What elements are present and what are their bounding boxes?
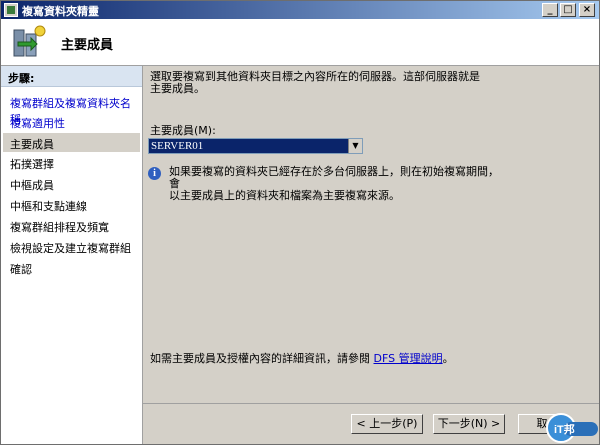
primary-member-value: SERVER01 [151, 140, 204, 152]
wizard-header: 主要成員 [1, 19, 599, 66]
step-label: 複寫適用性 [10, 117, 65, 130]
step-hub-members: 中樞成員 [3, 174, 140, 193]
step-label: 主要成員 [10, 138, 54, 151]
wizard-window: 複寫資料夾精靈 _ □ × 主要成員 步驟: 複寫群組及複寫資料夾名稱 複寫適用… [0, 0, 600, 445]
dfs-help-link[interactable]: DFS 管理說明 [374, 352, 443, 365]
step-label: 檢視設定及建立複寫群組 [10, 242, 131, 255]
title-bar[interactable]: 複寫資料夾精靈 _ □ × [1, 1, 599, 19]
primary-member-label: 主要成員(M): [150, 124, 216, 137]
replication-folder-icon [13, 25, 46, 57]
minimize-button[interactable]: _ [542, 3, 558, 17]
main-content: 選取要複寫到其他資料夾目標之內容所在的伺服器。這部伺服器就是 主要成員。 主要成… [143, 66, 599, 444]
button-bar: < 上一步(P) 下一步(N) > 取 [143, 403, 599, 445]
info-text: 如果要複寫的資料夾已經存在於多台伺服器上，則在初始複寫期間，會 以主要成員上的資… [169, 166, 509, 202]
page-title: 主要成員 [61, 38, 114, 53]
step-replication-group-name[interactable]: 複寫群組及複寫資料夾名稱 [3, 92, 140, 126]
help-prefix: 如需主要成員及授權內容的詳細資訊，請參閱 [150, 352, 370, 365]
window-title: 複寫資料夾精靈 [22, 5, 99, 18]
step-confirmation: 確認 [3, 258, 140, 277]
maximize-button[interactable]: □ [560, 3, 576, 17]
intro-line-2: 主要成員。 [150, 82, 205, 95]
close-button[interactable]: × [579, 3, 595, 17]
chevron-down-icon[interactable]: ▼ [348, 139, 362, 153]
step-schedule-bandwidth: 複寫群組排程及頻寬 [3, 216, 140, 235]
info-icon: i [148, 167, 161, 180]
step-primary-member: 主要成員 [3, 133, 140, 152]
steps-sidebar: 步驟: 複寫群組及複寫資料夾名稱 複寫適用性 主要成員 拓撲選擇 中樞成員 中樞… [1, 66, 143, 444]
step-topology: 拓撲選擇 [3, 153, 140, 172]
next-button[interactable]: 下一步(N) > [433, 414, 505, 434]
step-replication-eligibility[interactable]: 複寫適用性 [3, 112, 140, 131]
ithome-watermark: iT邦 [546, 413, 598, 443]
info-line-1: 如果要複寫的資料夾已經存在於多台伺服器上，則在初始複寫期間，會 [169, 165, 499, 190]
app-icon [4, 3, 18, 17]
help-text: 如需主要成員及授權內容的詳細資訊，請參閱 DFS 管理說明。 [150, 350, 454, 366]
intro-text: 選取要複寫到其他資料夾目標之內容所在的伺服器。這部伺服器就是 主要成員。 [150, 71, 480, 95]
step-label: 確認 [10, 263, 32, 276]
primary-member-dropdown[interactable]: SERVER01 ▼ [148, 138, 363, 154]
back-button[interactable]: < 上一步(P) [351, 414, 423, 434]
step-label: 中樞成員 [10, 179, 54, 192]
steps-label: 步驟: [8, 72, 35, 85]
svg-text:iT邦: iT邦 [554, 422, 575, 436]
info-line-2: 以主要成員上的資料夾和檔案為主要複寫來源。 [169, 189, 400, 202]
step-hub-spoke-connections: 中樞和支點連線 [3, 195, 140, 214]
step-review-settings: 檢視設定及建立複寫群組 [3, 237, 140, 256]
step-label: 複寫群組排程及頻寬 [10, 221, 109, 234]
step-label: 中樞和支點連線 [10, 200, 87, 213]
step-label: 拓撲選擇 [10, 158, 54, 171]
steps-header: 步驟: [1, 66, 142, 87]
help-suffix: 。 [442, 352, 454, 365]
